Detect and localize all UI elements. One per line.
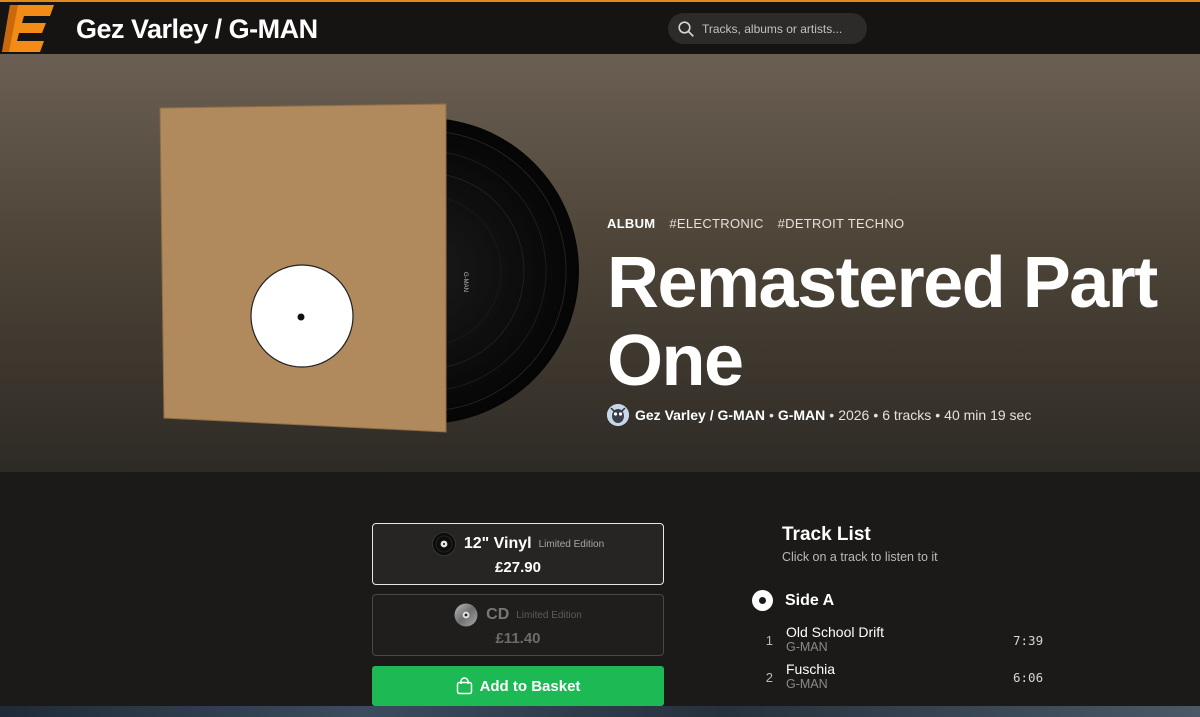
track-artist: G-MAN xyxy=(786,640,828,654)
tracklist-subtitle: Click on a track to listen to it xyxy=(782,550,938,564)
site-logo[interactable] xyxy=(0,2,58,54)
vinyl-side-icon xyxy=(752,590,773,611)
tracklist-title: Track List xyxy=(782,524,871,545)
track-row[interactable]: 2 Fuschia G-MAN 6:06 xyxy=(758,661,1048,695)
track-duration: 6:06 xyxy=(1013,670,1044,685)
background-strip xyxy=(0,706,1200,717)
meta-separator: • xyxy=(768,407,774,423)
track-title: Old School Drift xyxy=(786,624,885,640)
album-tags: ALBUM #ELECTRONIC #DETROIT TECHNO xyxy=(607,216,914,231)
artist-link[interactable]: Gez Varley / G-MAN xyxy=(635,407,765,423)
format-option-vinyl[interactable]: 12" Vinyl Limited Edition £27.90 xyxy=(372,523,664,585)
cd-icon xyxy=(454,603,478,627)
track-number: 2 xyxy=(765,670,773,685)
add-to-basket-label: Add to Basket xyxy=(479,677,581,695)
search-bar[interactable] xyxy=(668,13,867,44)
format-name: 12" Vinyl xyxy=(463,535,532,552)
format-price: £27.90 xyxy=(495,559,541,576)
search-input[interactable] xyxy=(702,21,852,36)
release-year: 2026 xyxy=(838,407,870,423)
artist-avatar[interactable] xyxy=(607,404,629,426)
shopping-bag-icon xyxy=(456,677,472,695)
album-title: Remastered Part One xyxy=(607,243,1158,401)
album-type-label: ALBUM xyxy=(607,216,656,231)
album-hero: G-MAN ALBUM #ELECTRONIC #DETROIT TECHNO … xyxy=(0,54,1200,472)
tag-link[interactable]: #DETROIT TECHNO xyxy=(778,216,905,231)
album-duration: 40 min 19 sec xyxy=(944,407,1032,423)
album-cover-art: G-MAN xyxy=(159,103,579,433)
meta-separator: • xyxy=(873,407,879,423)
top-bar: Gez Varley / G-MAN xyxy=(0,0,1200,54)
tag-link[interactable]: #ELECTRONIC xyxy=(669,216,763,231)
track-count: 6 tracks xyxy=(882,407,932,423)
search-icon xyxy=(678,20,694,37)
track-row[interactable]: 1 Old School Drift G-MAN 7:39 xyxy=(758,624,1048,658)
format-note: Limited Edition xyxy=(516,609,582,621)
track-duration: 7:39 xyxy=(1013,633,1044,648)
add-to-basket-button[interactable]: Add to Basket xyxy=(372,666,664,706)
side-label: Side A xyxy=(785,591,835,609)
meta-separator: • xyxy=(829,407,835,423)
label-link[interactable]: G-MAN xyxy=(778,407,825,423)
track-number: 1 xyxy=(765,633,773,648)
meta-separator: • xyxy=(935,407,941,423)
site-title[interactable]: Gez Varley / G-MAN xyxy=(76,14,318,45)
vinyl-record-icon xyxy=(432,532,456,556)
format-note: Limited Edition xyxy=(538,538,605,550)
format-name: CD xyxy=(486,606,510,623)
side-a-header: Side A xyxy=(752,590,834,611)
record-label-text: G-MAN xyxy=(462,272,468,292)
format-price: £11.40 xyxy=(495,630,541,647)
track-title: Fuschia xyxy=(786,661,836,677)
format-option-cd[interactable]: CD Limited Edition £11.40 xyxy=(372,594,664,656)
album-meta: Gez Varley / G-MAN • G-MAN • 2026 • 6 tr… xyxy=(607,404,1031,426)
track-artist: G-MAN xyxy=(786,677,828,691)
